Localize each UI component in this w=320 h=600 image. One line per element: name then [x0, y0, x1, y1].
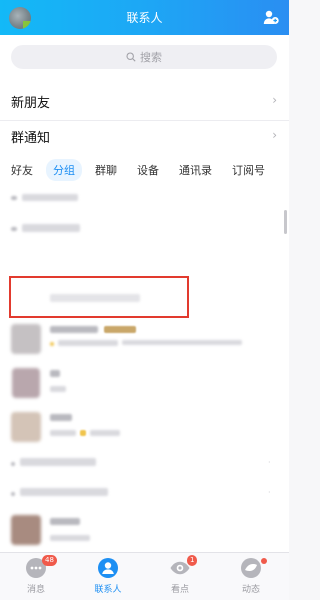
group-notice-label: 群通知: [11, 131, 51, 146]
list-item: [50, 386, 66, 392]
tab-subscriptions[interactable]: 订阅号: [232, 162, 265, 178]
avatar[interactable]: [12, 368, 40, 398]
list-item[interactable]: [50, 518, 80, 525]
top-bar: 联系人: [0, 0, 289, 35]
page-title: 联系人: [126, 11, 163, 25]
list-item: [50, 342, 54, 346]
tab-friends[interactable]: 好友: [11, 162, 33, 178]
list-item[interactable]: [50, 370, 60, 377]
list-item: [122, 340, 242, 345]
discover-badge: 1: [187, 555, 198, 566]
add-contact-icon[interactable]: [263, 9, 279, 25]
bottom-nav: 48 消息 联系人 1 看点 动态: [0, 552, 289, 600]
group-header[interactable]: [11, 227, 17, 231]
search-placeholder: 搜索: [140, 51, 162, 64]
search-input[interactable]: 搜索: [11, 45, 277, 69]
tab-devices[interactable]: 设备: [137, 162, 159, 178]
contact-group-list: · ·: [0, 190, 289, 552]
list-item[interactable]: [50, 414, 72, 421]
chevron-icon: ·: [268, 458, 271, 467]
nav-discover[interactable]: 1 看点: [150, 555, 210, 595]
list-item: [90, 430, 120, 436]
nav-moments-label: 动态: [241, 585, 260, 595]
highlight-box: [9, 276, 189, 318]
search-area: 搜索: [0, 35, 289, 80]
tab-address-book[interactable]: 通讯录: [179, 162, 212, 178]
new-friends-label: 新朋友: [11, 96, 51, 111]
nav-messages-label: 消息: [26, 585, 45, 595]
nav-discover-label: 看点: [170, 585, 189, 595]
moments-dot: [261, 558, 267, 564]
group-header[interactable]: [11, 196, 17, 200]
list-item: [50, 430, 76, 436]
list-item[interactable]: [11, 492, 15, 496]
nav-contacts-label: 联系人: [94, 585, 122, 595]
new-friends-row[interactable]: 新朋友 ›: [0, 80, 289, 120]
contact-tabs: 好友 分组 群聊 设备 通讯录 订阅号: [0, 150, 289, 190]
chevron-icon: ·: [268, 488, 271, 497]
moments-icon: [241, 558, 261, 578]
list-item: [58, 340, 118, 346]
avatar[interactable]: [11, 324, 41, 354]
nav-moments[interactable]: 动态: [221, 557, 281, 595]
nav-messages[interactable]: 48 消息: [6, 555, 66, 595]
search-icon: [126, 52, 136, 62]
list-item: [50, 535, 90, 541]
chevron-right-icon: ›: [272, 93, 277, 107]
status-badge: [80, 430, 86, 436]
tab-groups[interactable]: 分组: [46, 159, 82, 181]
avatar[interactable]: [11, 515, 41, 545]
group-header[interactable]: [22, 224, 80, 232]
list-item[interactable]: [50, 326, 98, 333]
chevron-right-icon: ›: [272, 128, 277, 142]
scrollbar[interactable]: [284, 210, 287, 234]
nav-contacts[interactable]: 联系人: [78, 557, 138, 595]
list-item[interactable]: [20, 458, 96, 466]
group-notice-row[interactable]: 群通知 ›: [0, 120, 289, 150]
tab-group-chats[interactable]: 群聊: [95, 162, 117, 178]
status-badge: [104, 326, 136, 333]
contacts-icon: [98, 558, 118, 578]
list-item[interactable]: [11, 462, 15, 466]
messages-badge: 48: [42, 555, 57, 566]
list-item[interactable]: [20, 488, 108, 496]
avatar[interactable]: [11, 412, 41, 442]
group-header[interactable]: [22, 194, 78, 201]
